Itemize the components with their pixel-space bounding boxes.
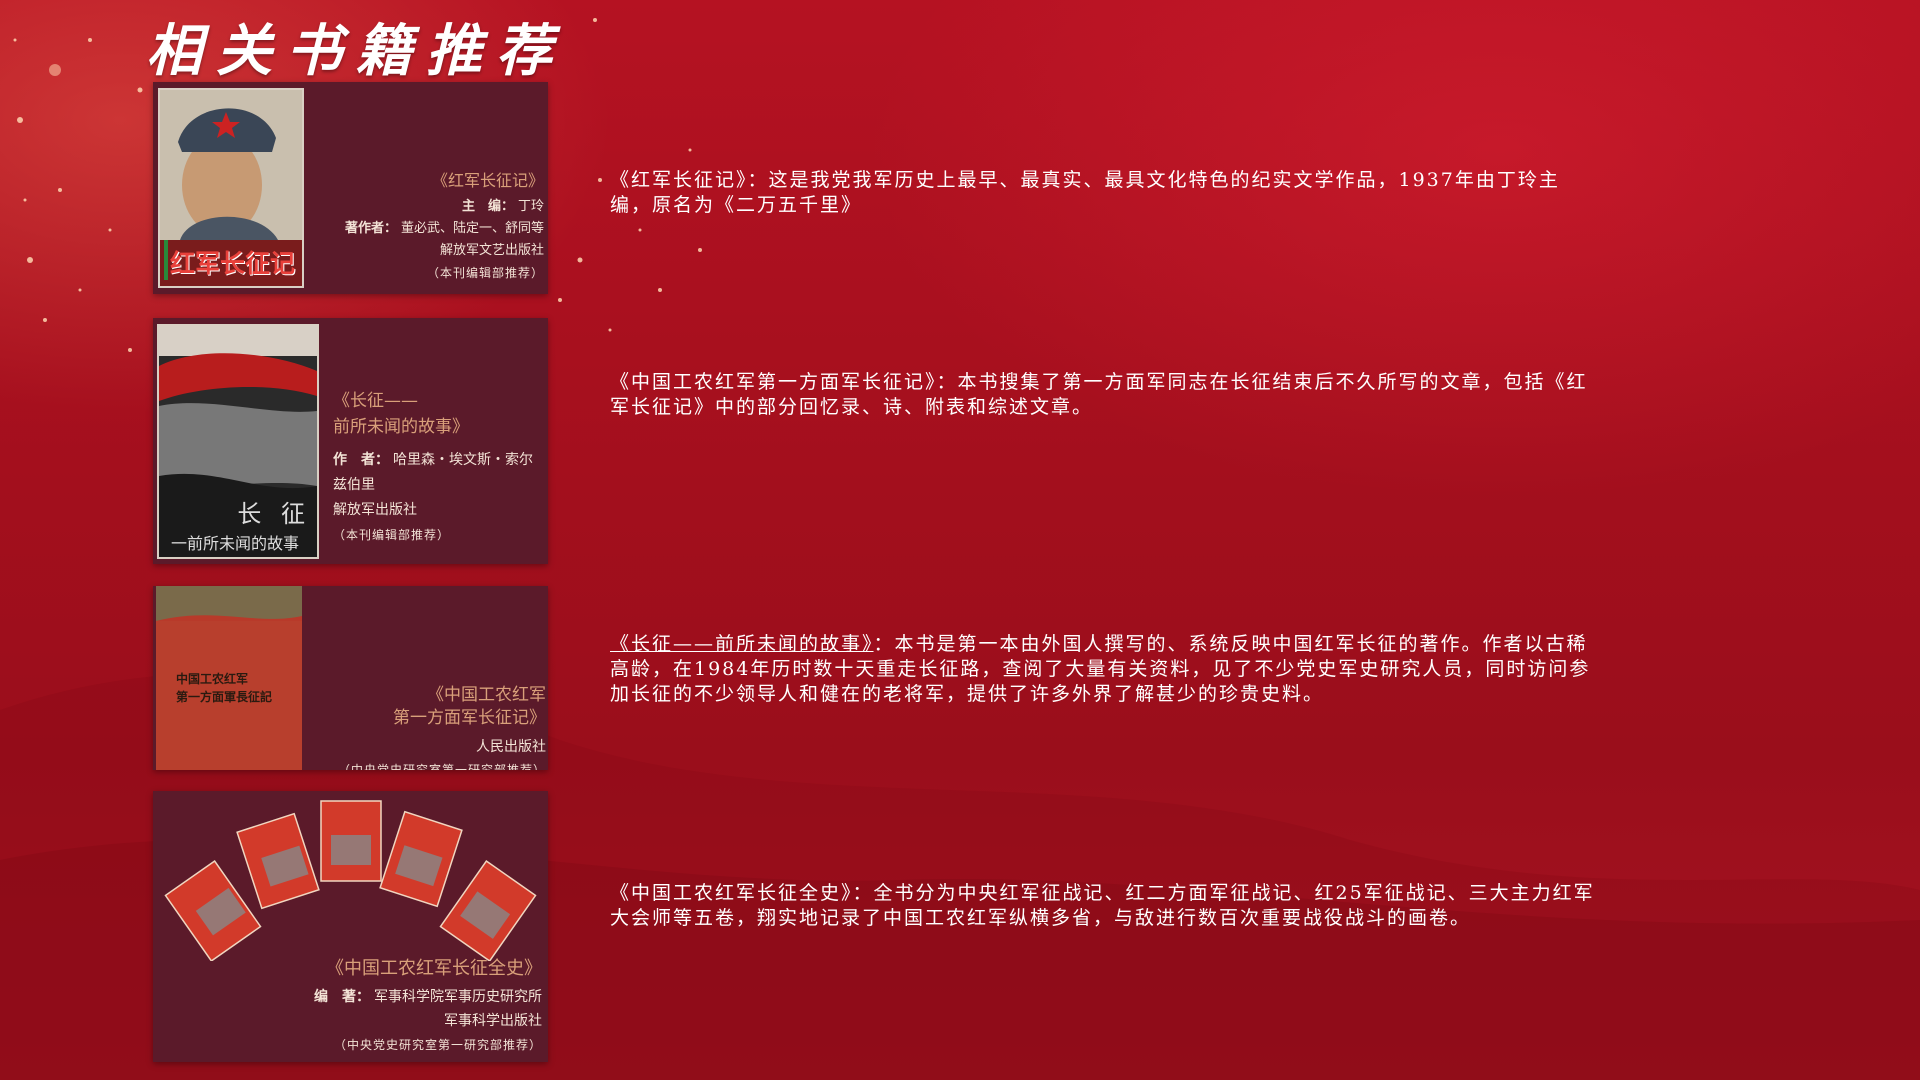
recommendation: （本刊编辑部推荐） (426, 266, 544, 280)
book-card-4[interactable]: 《中国工农红军长征全史》 编 著： 军事科学院军事历史研究所 军事科学出版社 （中… (153, 791, 548, 1062)
description-title-link: 《长征——前所未闻的故事》 (610, 633, 874, 655)
book-description-1: 《红军长征记》：这是我党我军历史上最早、最真实、最具文化特色的纪实文学作品，19… (610, 169, 1560, 216)
editor-line: 主 编： 丁玲 (461, 199, 544, 214)
recommendation: （中央党史研究室第一研究部推荐） (333, 1038, 542, 1052)
book-meta-4: 《中国工农红军长征全史》 编 著： 军事科学院军事历史研究所 军事科学出版社 （中… (314, 957, 542, 1057)
recommendation: （本刊编辑部推荐） (333, 528, 451, 542)
book-cover-2: 长 征 一前所未闻的故事 (157, 324, 319, 559)
book-card-2[interactable]: 长 征 一前所未闻的故事 《长征—— 前所未闻的故事》 作 者： 哈里森・埃文斯・… (153, 318, 548, 564)
book-cover-1: 红军长征记 (158, 88, 304, 288)
book-description-2: 《长征——前所未闻的故事》：本书是第一本由外国人撰写的、系统反映中国红军长征的著… (610, 633, 1591, 705)
book-title: 《长征—— 前所未闻的故事》 (333, 391, 469, 437)
author-line: 作 者： 哈里森・埃文斯・索尔兹伯里 (333, 452, 533, 493)
book-meta-1: 《红军长征记》 主 编： 丁玲 著作者： 董必武、陆定一、舒同等 解放军文艺出版社 … (345, 170, 544, 284)
book-description-3: 《中国工农红军第一方面军长征记》：本书搜集了第一方面军同志在长征结束后不久所写的… (610, 371, 1588, 418)
book-card-3[interactable]: 中国工农红军 第一方面軍長征記 《中国工农红军 第一方面军长征记》 人民出版社 … (153, 586, 548, 770)
authors-line: 著作者： 董必武、陆定一、舒同等 (344, 221, 544, 236)
cover-title-2: 长 征 (237, 500, 311, 528)
publisher: 人民出版社 (476, 739, 546, 755)
book-description-4: 《中国工农红军长征全史》：全书分为中央红军征战记、红二方面军征战记、红25军征战… (610, 882, 1595, 929)
book-cover-3: 中国工农红军 第一方面軍長征記 (156, 586, 302, 770)
cover-title-3: 中国工农红军 第一方面軍長征記 (176, 672, 273, 704)
cover-title-1: 红军长征记 (170, 249, 296, 278)
publisher: 解放军出版社 (333, 502, 417, 518)
book-title: 《中国工农红军长征全史》 (326, 958, 542, 979)
book-title: 《中国工农红军 第一方面军长征记》 (393, 685, 546, 728)
book-meta-2: 《长征—— 前所未闻的故事》 作 者： 哈里森・埃文斯・索尔兹伯里 解放军出版社 … (333, 388, 545, 548)
publisher: 解放军文艺出版社 (439, 243, 544, 258)
book-card-1[interactable]: 红军长征记 《红军长征记》 主 编： 丁玲 著作者： 董必武、陆定一、舒同等 解放军… (153, 82, 548, 294)
cover-subtitle-2: 一前所未闻的故事 (171, 534, 300, 553)
book-meta-3: 《中国工农红军 第一方面军长征记》 人民出版社 （中央党史研究室第一研究部推荐） (338, 684, 546, 770)
recommendation: （中央党史研究室第一研究部推荐） (337, 763, 546, 770)
publisher: 军事科学出版社 (444, 1013, 542, 1029)
book-title: 《红军长征记》 (431, 171, 544, 190)
page-title: 相关书籍推荐 (146, 18, 566, 84)
editor-line: 编 著： 军事科学院军事历史研究所 (314, 989, 542, 1005)
book-set-image (164, 800, 537, 961)
